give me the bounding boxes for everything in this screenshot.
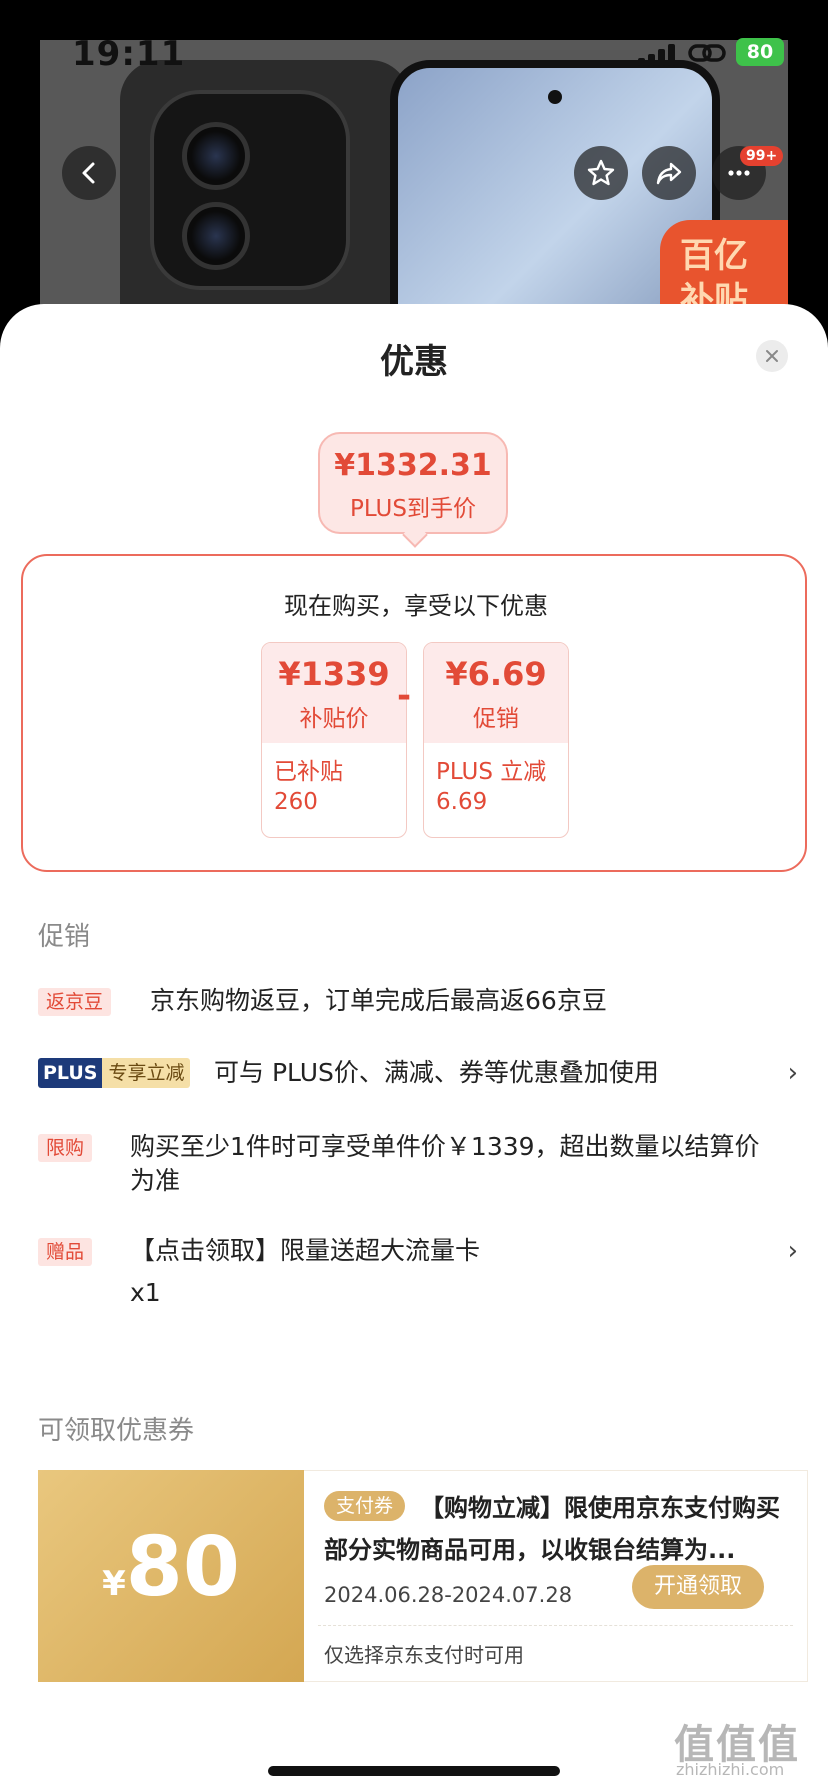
- card-detail-line: 260: [274, 789, 318, 815]
- promo-row-limit: 限购 购买至少1件时可享受单件价￥1339，超出数量以结算价为准: [38, 1130, 798, 1206]
- close-icon: [766, 350, 778, 362]
- star-icon: [587, 159, 615, 186]
- share-icon: [656, 162, 682, 185]
- camera-lens-icon: [182, 202, 250, 270]
- promo-text: 购买至少1件时可享受单件价￥1339，超出数量以结算价为准: [130, 1132, 760, 1195]
- promo-tag: 限购: [38, 1134, 93, 1162]
- promotion-price-card: ¥6.69 促销 PLUS 立减 6.69: [423, 642, 569, 838]
- coupon-amount: 80: [125, 1520, 240, 1615]
- product-hero: 百亿 补贴 19:11 80 99+: [0, 0, 828, 330]
- plus-exclusive-tag: PLUS 专享立减: [38, 1058, 191, 1088]
- link-icon: [688, 44, 726, 62]
- plus-final-price: ¥1332.31 PLUS到手价: [318, 432, 508, 548]
- minus-sign: -: [397, 676, 412, 716]
- coupons-section-label: 可领取优惠券: [38, 1416, 195, 1446]
- chevron-left-icon: [82, 162, 95, 184]
- coupon-valid-dates: 2024.06.28-2024.07.28: [324, 1583, 573, 1607]
- card-detail-line: 已补贴: [274, 759, 343, 785]
- camera-module-image: [150, 90, 350, 290]
- camera-lens-icon: [182, 122, 250, 190]
- coupon-currency: ¥: [102, 1564, 126, 1604]
- price-pointer: [402, 522, 428, 548]
- coupon-card: ¥80 【购物立减】限使用京东支付购买部分实物商品可用，以收银台结算为... 支…: [38, 1470, 808, 1682]
- promo-row-jingdou: 返京豆 京东购物返豆，订单完成后最高返66京豆: [38, 984, 798, 1024]
- status-bar: 19:11 80: [0, 0, 828, 100]
- card-amount: ¥6.69: [445, 655, 547, 693]
- back-button[interactable]: [62, 146, 116, 200]
- card-name: 促销: [473, 706, 519, 732]
- chevron-right-icon: ›: [787, 1058, 798, 1088]
- promo-text: 【点击领取】限量送超大流量卡: [130, 1236, 481, 1265]
- favorite-button[interactable]: [574, 146, 628, 200]
- coupon-type-tag: 支付券: [324, 1491, 406, 1521]
- claim-coupon-button[interactable]: 开通领取: [632, 1565, 764, 1609]
- chevron-right-icon: ›: [787, 1236, 798, 1266]
- plus-tag-sublabel: 专享立减: [102, 1058, 191, 1088]
- sheet-title: 优惠: [380, 342, 448, 382]
- share-button[interactable]: [642, 146, 696, 200]
- gift-quantity: x1: [130, 1278, 161, 1307]
- signal-icon: [638, 44, 678, 66]
- card-amount: ¥1339: [278, 655, 390, 693]
- final-price-label: PLUS到手价: [350, 496, 476, 522]
- final-price-value: ¥1332.31: [334, 448, 492, 483]
- promotions-section-label: 促销: [38, 922, 91, 952]
- message-count-badge: 99+: [740, 146, 784, 166]
- discount-calculation-box: 现在购买，享受以下优惠 ¥1339 补贴价 已补贴 260 - ¥6.69 促销…: [21, 554, 807, 872]
- coupon-amount-panel: ¥80: [38, 1470, 304, 1682]
- battery-indicator: 80: [736, 38, 784, 66]
- promo-text: 京东购物返豆，订单完成后最高返66京豆: [150, 986, 607, 1015]
- coupon-detail-panel: 【购物立减】限使用京东支付购买部分实物商品可用，以收银台结算为... 支付券 2…: [304, 1470, 808, 1682]
- promo-row-gift[interactable]: 赠品 【点击领取】限量送超大流量卡 x1 ›: [38, 1234, 798, 1314]
- promo-tag: 赠品: [38, 1238, 93, 1266]
- plus-tag-label: PLUS: [38, 1058, 103, 1088]
- coupon-divider: [318, 1625, 793, 1626]
- discount-sheet: 优惠 ¥1332.31 PLUS到手价 现在购买，享受以下优惠 ¥1339 补贴…: [0, 304, 828, 1792]
- card-name: 补贴价: [299, 706, 369, 732]
- promo-row-plus[interactable]: PLUS 专享立减 可与 PLUS价、满减、券等优惠叠加使用 ›: [38, 1056, 798, 1096]
- promo-tag: 返京豆: [38, 988, 112, 1016]
- card-detail-line: PLUS 立减: [436, 759, 547, 785]
- home-indicator[interactable]: [268, 1766, 560, 1776]
- status-time: 19:11: [72, 34, 186, 74]
- subsidy-price-card: ¥1339 补贴价 已补贴 260: [261, 642, 407, 838]
- close-button[interactable]: [756, 340, 788, 372]
- watermark-url: zhizhizhi.com: [676, 1760, 785, 1779]
- promo-text: 可与 PLUS价、满减、券等优惠叠加使用: [214, 1058, 659, 1087]
- card-detail-line: 6.69: [436, 789, 488, 815]
- coupon-note: 仅选择京东支付时可用: [324, 1643, 524, 1667]
- calc-heading: 现在购买，享受以下优惠: [284, 592, 548, 620]
